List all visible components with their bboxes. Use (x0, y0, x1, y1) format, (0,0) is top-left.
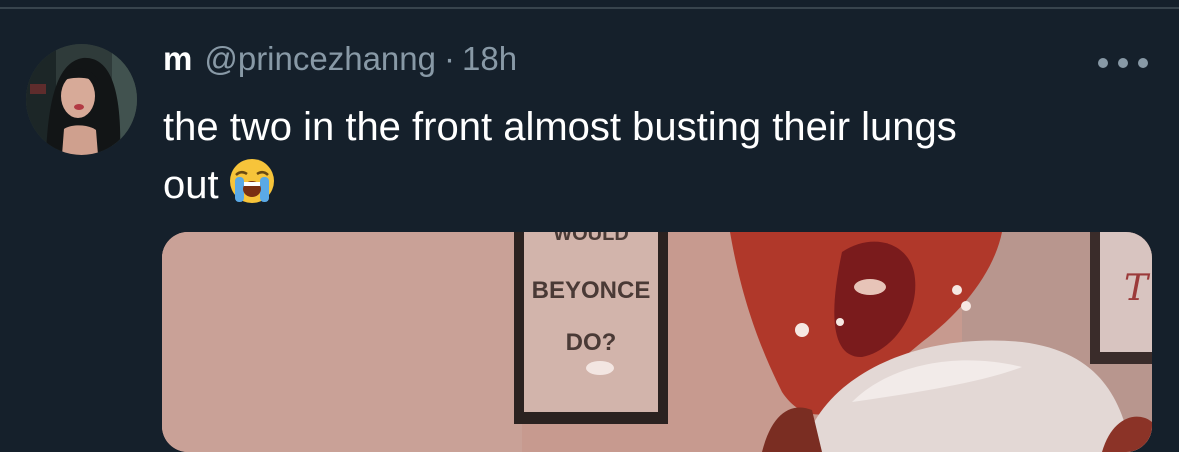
avatar[interactable] (26, 44, 137, 155)
tweet[interactable]: m @princezhanng · 18h the two in the fro… (0, 0, 1179, 452)
tweet-text-line-2: out (163, 156, 1123, 214)
display-name[interactable]: m (163, 40, 192, 78)
poster-text-line-1: WOULD (553, 232, 629, 245)
separator-dot: · (444, 40, 455, 77)
tweet-media-video[interactable]: WOULD BEYONCE DO? T (162, 232, 1152, 452)
tweet-text-line: the two in the front almost busting thei… (163, 105, 957, 149)
more-options-icon[interactable] (1098, 56, 1148, 70)
more-dot (1098, 58, 1108, 68)
more-dot (1138, 58, 1148, 68)
tweet-text: the two in the front almost busting thei… (163, 98, 1123, 214)
more-dot (1118, 58, 1128, 68)
loudly-crying-face-icon (227, 156, 277, 206)
tweet-header: m @princezhanng · 18h (163, 40, 517, 86)
user-handle[interactable]: @princezhanng (204, 40, 436, 78)
tweet-text-word: out (163, 163, 219, 207)
poster-fragment: T (1124, 268, 1151, 309)
poster-text-line-2: BEYONCE (532, 277, 651, 304)
timestamp[interactable]: 18h (462, 40, 517, 78)
poster-text-line-3: DO? (566, 329, 617, 356)
